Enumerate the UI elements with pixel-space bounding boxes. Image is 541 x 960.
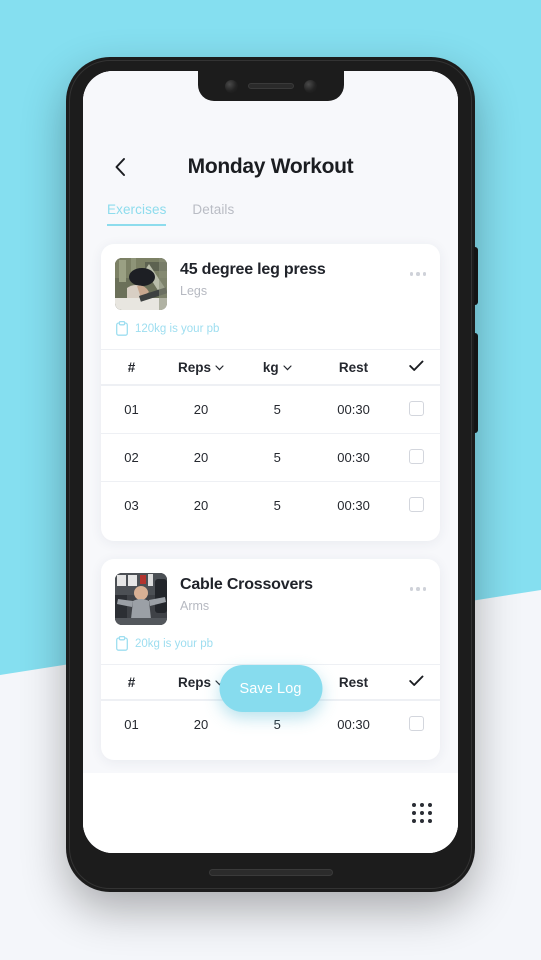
set-kg[interactable]: 5 bbox=[240, 450, 315, 465]
set-done-checkbox[interactable] bbox=[408, 448, 424, 464]
personal-best-text: 20kg is your pb bbox=[135, 637, 213, 650]
exercise-muscle-group: Legs bbox=[180, 284, 208, 298]
column-header-index: # bbox=[127, 674, 136, 690]
set-done-checkbox[interactable] bbox=[408, 715, 424, 731]
set-index: 02 bbox=[124, 450, 139, 465]
set-done-cell bbox=[393, 496, 440, 515]
clipboard-icon bbox=[116, 636, 128, 651]
set-done-checkbox[interactable] bbox=[408, 400, 424, 416]
grid-dots-icon[interactable] bbox=[412, 803, 432, 823]
check-icon bbox=[409, 675, 424, 686]
exercise-card[interactable]: 45 degree leg press Legs 120kg is your p… bbox=[101, 244, 440, 541]
set-kg[interactable]: 5 bbox=[240, 402, 315, 417]
more-dot bbox=[422, 272, 426, 276]
column-header-rest: Rest bbox=[338, 674, 369, 690]
exercise-muscle-group: Arms bbox=[180, 599, 210, 613]
chevron-down-icon bbox=[215, 359, 224, 374]
grid-dot bbox=[420, 811, 424, 815]
tab-details[interactable]: Details bbox=[192, 202, 234, 226]
personal-best-row: 20kg is your pb bbox=[101, 625, 440, 664]
set-done-checkbox[interactable] bbox=[408, 496, 424, 512]
set-rest[interactable]: 00:30 bbox=[315, 450, 393, 465]
exercise-card-header: Cable Crossovers Arms bbox=[101, 559, 440, 625]
grid-dot bbox=[412, 811, 416, 815]
tab-bar: Exercises Details bbox=[105, 202, 436, 226]
exercise-card-header: 45 degree leg press Legs bbox=[101, 244, 440, 310]
exercise-name: Cable Crossovers bbox=[180, 576, 313, 593]
set-reps[interactable]: 20 bbox=[162, 717, 240, 732]
power-button[interactable] bbox=[474, 247, 478, 305]
save-log-button[interactable]: Save Log bbox=[219, 665, 322, 712]
exercise-list[interactable]: 45 degree leg press Legs 120kg is your p… bbox=[83, 226, 458, 773]
grid-dot bbox=[420, 819, 424, 823]
exercise-name: 45 degree leg press bbox=[180, 261, 326, 278]
column-header-kg[interactable]: kg bbox=[240, 359, 315, 375]
column-header-kg-label: kg bbox=[262, 360, 279, 375]
column-header-done bbox=[393, 360, 440, 375]
column-header-reps-label: Reps bbox=[177, 360, 211, 375]
grid-dot bbox=[428, 811, 432, 815]
set-rest[interactable]: 00:30 bbox=[315, 402, 393, 417]
phone-screen: Monday Workout Exercises Details 45 degr… bbox=[83, 71, 458, 853]
set-index: 01 bbox=[124, 717, 139, 732]
exercise-card[interactable]: Cable Crossovers Arms 20kg is your pb # … bbox=[101, 559, 440, 760]
personal-best-text: 120kg is your pb bbox=[135, 322, 220, 335]
header-row: Monday Workout bbox=[105, 146, 436, 188]
set-index: 03 bbox=[124, 498, 139, 513]
front-camera-secondary-icon bbox=[303, 79, 317, 93]
column-header-rest: Rest bbox=[338, 359, 369, 375]
set-done-cell bbox=[393, 448, 440, 467]
sets-table: # Reps kg Rest 01 20 bbox=[101, 349, 440, 529]
grid-dot bbox=[412, 803, 416, 807]
set-rest[interactable]: 00:30 bbox=[315, 498, 393, 513]
column-header-reps[interactable]: Reps bbox=[162, 359, 240, 375]
column-header-index: # bbox=[127, 359, 136, 375]
more-dot bbox=[409, 272, 413, 276]
exercise-title-block: Cable Crossovers Arms bbox=[180, 573, 410, 613]
more-dot bbox=[416, 587, 420, 591]
chevron-down-icon bbox=[283, 359, 292, 374]
grid-dot bbox=[428, 819, 432, 823]
bottom-speaker-grille bbox=[208, 869, 333, 876]
tab-exercises[interactable]: Exercises bbox=[107, 202, 167, 226]
front-camera-icon bbox=[224, 79, 238, 93]
exercise-title-block: 45 degree leg press Legs bbox=[180, 258, 410, 298]
table-row[interactable]: 03 20 5 00:30 bbox=[101, 481, 440, 529]
set-kg[interactable]: 5 bbox=[240, 717, 315, 732]
set-reps[interactable]: 20 bbox=[162, 402, 240, 417]
check-icon bbox=[409, 360, 424, 371]
personal-best-row: 120kg is your pb bbox=[101, 310, 440, 349]
grid-dot bbox=[428, 803, 432, 807]
grid-dot bbox=[420, 803, 424, 807]
set-rest[interactable]: 00:30 bbox=[315, 717, 393, 732]
volume-button[interactable] bbox=[474, 333, 478, 433]
exercise-thumbnail-cable-crossover[interactable] bbox=[115, 573, 167, 625]
workout-app: Monday Workout Exercises Details 45 degr… bbox=[83, 71, 458, 853]
earpiece-speaker bbox=[247, 83, 294, 89]
page-title: Monday Workout bbox=[187, 155, 354, 178]
phone-notch bbox=[197, 71, 344, 101]
grid-dot bbox=[412, 819, 416, 823]
exercise-more-options-button[interactable] bbox=[409, 258, 426, 276]
set-index: 01 bbox=[124, 402, 139, 417]
set-reps[interactable]: 20 bbox=[162, 450, 240, 465]
table-row[interactable]: 01 20 5 00:30 bbox=[101, 385, 440, 433]
bottom-bar bbox=[83, 773, 458, 853]
more-dot bbox=[409, 587, 413, 591]
column-header-reps-label: Reps bbox=[177, 675, 211, 690]
sets-table-header: # Reps kg Rest bbox=[101, 349, 440, 385]
set-done-cell bbox=[393, 400, 440, 419]
exercise-thumbnail-leg-press[interactable] bbox=[115, 258, 167, 310]
more-dot bbox=[422, 587, 426, 591]
exercise-more-options-button[interactable] bbox=[409, 573, 426, 591]
more-dot bbox=[416, 272, 420, 276]
clipboard-icon bbox=[116, 321, 128, 336]
set-done-cell bbox=[393, 715, 440, 734]
set-kg[interactable]: 5 bbox=[240, 498, 315, 513]
set-reps[interactable]: 20 bbox=[162, 498, 240, 513]
phone-frame: Monday Workout Exercises Details 45 degr… bbox=[66, 57, 478, 892]
column-header-done bbox=[393, 675, 440, 690]
table-row[interactable]: 02 20 5 00:30 bbox=[101, 433, 440, 481]
